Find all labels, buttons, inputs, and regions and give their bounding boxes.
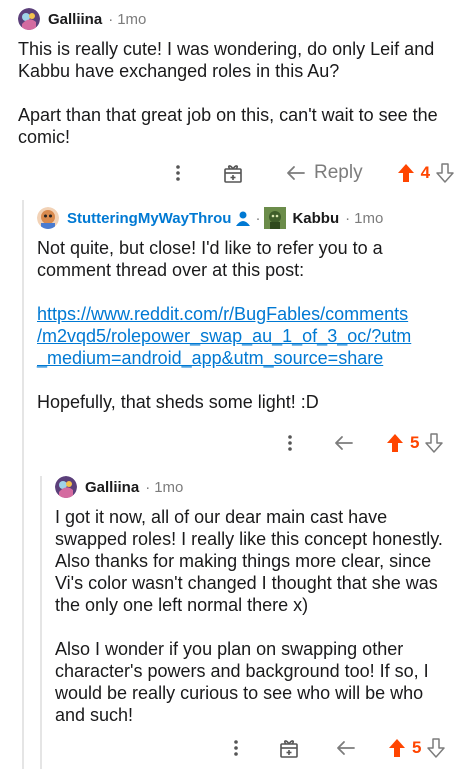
dot-separator: · bbox=[345, 209, 351, 227]
avatar[interactable] bbox=[55, 476, 77, 498]
comment-header: Galliina · 1mo bbox=[55, 474, 459, 500]
comment-time: 1mo bbox=[154, 478, 184, 496]
comment3-actions: 5 bbox=[226, 733, 446, 763]
upvote-button[interactable] bbox=[397, 163, 415, 183]
avatar[interactable] bbox=[37, 207, 59, 229]
dot-separator: · bbox=[145, 478, 151, 496]
comment-body-p1: I got it now, all of our dear main cast … bbox=[55, 507, 443, 615]
username[interactable]: StutteringMyWayThrou bbox=[67, 210, 231, 227]
downvote-button[interactable] bbox=[436, 163, 454, 183]
link-line-1[interactable]: https://www.reddit.com/r/BugFables/comme… bbox=[37, 304, 408, 324]
vote-count: 4 bbox=[420, 163, 431, 182]
downvote-button[interactable] bbox=[425, 433, 444, 453]
username[interactable]: Galliina bbox=[85, 479, 139, 496]
award-button[interactable] bbox=[278, 737, 300, 759]
comment-time: 1mo bbox=[354, 209, 384, 227]
comment2-actions: 5 bbox=[280, 428, 444, 458]
comment-header: StutteringMyWayThrou · Kabbu · 1mo bbox=[37, 205, 457, 231]
more-vertical-icon bbox=[288, 435, 292, 451]
reply-arrow-icon bbox=[337, 741, 355, 755]
comment-link[interactable]: https://www.reddit.com/r/BugFables/comme… bbox=[37, 303, 457, 369]
upvote-arrow-icon bbox=[389, 739, 405, 757]
more-options-button[interactable] bbox=[168, 164, 188, 182]
more-vertical-icon bbox=[234, 740, 238, 756]
comment-body-text: Not quite, but close! I'd like to refer … bbox=[37, 238, 383, 280]
username[interactable]: Galliina bbox=[48, 11, 102, 28]
link-line-3[interactable]: _medium=android_app&utm_source=share bbox=[37, 348, 383, 368]
comment-galliina-2: Galliina · 1mo I got it now, all of our … bbox=[55, 474, 459, 726]
award-icon bbox=[224, 165, 242, 183]
reply-button[interactable] bbox=[334, 435, 354, 451]
upvote-arrow-icon bbox=[387, 434, 403, 452]
award-icon bbox=[280, 740, 298, 758]
vote-count: 5 bbox=[412, 738, 422, 757]
thread-line-level2[interactable] bbox=[40, 476, 42, 769]
upvote-button[interactable] bbox=[388, 738, 406, 758]
downvote-button[interactable] bbox=[427, 738, 446, 758]
comment-time: 1mo bbox=[117, 10, 147, 28]
reply-label: Reply bbox=[314, 162, 363, 183]
user-flair: Kabbu bbox=[292, 209, 340, 227]
award-button[interactable] bbox=[222, 162, 244, 184]
more-options-button[interactable] bbox=[226, 739, 246, 757]
comment-body-p1: This is really cute! I was wondering, do… bbox=[18, 39, 435, 81]
reply-button[interactable] bbox=[336, 740, 356, 756]
upvote-button[interactable] bbox=[386, 433, 404, 453]
downvote-arrow-icon bbox=[427, 738, 446, 758]
avatar[interactable] bbox=[18, 8, 40, 30]
downvote-arrow-icon bbox=[425, 433, 444, 453]
thread-line-level1[interactable] bbox=[22, 200, 24, 769]
vote-count: 5 bbox=[410, 433, 420, 452]
comment-galliina-1: Galliina · 1mo This is really cute! I wa… bbox=[18, 6, 463, 148]
comment-header: Galliina · 1mo bbox=[18, 6, 463, 32]
link-line-2[interactable]: /m2vqd5/rolepower_swap_au_1_of_3_oc/?utm bbox=[37, 326, 411, 346]
comment-stuttering: StutteringMyWayThrou · Kabbu · 1mo Not q… bbox=[37, 205, 457, 413]
upvote-arrow-icon bbox=[397, 164, 414, 182]
dot-separator: · bbox=[108, 10, 114, 28]
flair-avatar bbox=[264, 207, 287, 229]
comment-body-p2: Apart than that great job on this, can't… bbox=[18, 105, 438, 147]
comment-body-text-after: Hopefully, that sheds some light! :D bbox=[37, 392, 319, 412]
more-vertical-icon bbox=[176, 165, 180, 181]
comment-body-p2: Also I wonder if you plan on swapping ot… bbox=[55, 639, 429, 725]
person-icon bbox=[236, 211, 251, 226]
reply-arrow-icon bbox=[335, 436, 353, 450]
comment1-actions: Reply 4 bbox=[168, 158, 454, 188]
reply-arrow-icon bbox=[287, 166, 305, 180]
op-badge bbox=[235, 210, 251, 226]
more-options-button[interactable] bbox=[280, 434, 300, 452]
reply-button[interactable]: Reply bbox=[286, 162, 363, 184]
dot-separator: · bbox=[255, 209, 261, 227]
downvote-arrow-icon bbox=[436, 163, 454, 183]
